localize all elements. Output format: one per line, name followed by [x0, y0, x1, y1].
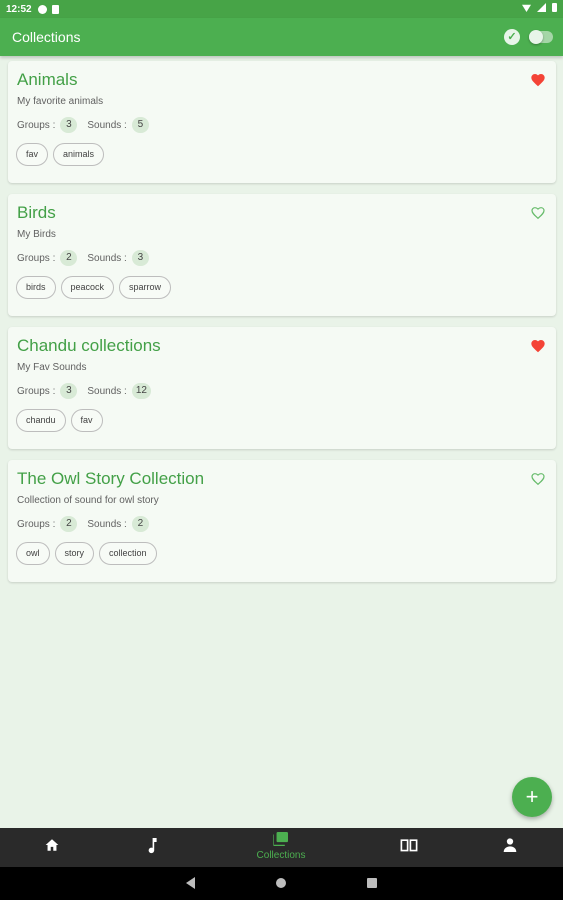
tag-chip[interactable]: chandu	[16, 409, 66, 432]
groups-label: Groups :	[17, 385, 56, 397]
nav-collections[interactable]: Collections	[251, 828, 311, 867]
battery-icon	[552, 3, 557, 12]
signal-icon	[537, 3, 546, 12]
status-time: 12:52	[6, 3, 32, 15]
bottom-navigation: Collections	[0, 828, 563, 867]
nav-collections-label: Collections	[256, 850, 306, 861]
verified-check-icon[interactable]: ✓	[504, 29, 520, 45]
sounds-label: Sounds :	[87, 252, 127, 264]
person-icon	[503, 838, 517, 852]
collection-list: Animals My favorite animals Groups : 3 S…	[8, 61, 556, 593]
tag-chip[interactable]: story	[54, 542, 95, 565]
sounds-count: 3	[131, 250, 149, 266]
tag-chip[interactable]: fav	[16, 143, 49, 166]
collection-card-owl-story[interactable]: The Owl Story Collection Collection of s…	[8, 460, 556, 582]
tag-chip[interactable]: collection	[99, 542, 157, 565]
collection-card-birds[interactable]: Birds My Birds Groups : 2 Sounds : 3 bir…	[8, 194, 556, 316]
music-note-icon	[148, 838, 157, 854]
recents-icon[interactable]	[367, 878, 377, 888]
collection-counts: Groups : 3 Sounds : 5	[17, 117, 159, 133]
heart-filled-icon[interactable]	[530, 72, 546, 88]
sounds-label: Sounds :	[87, 518, 127, 530]
collection-description: My Fav Sounds	[17, 362, 87, 373]
groups-label: Groups :	[17, 252, 56, 264]
collection-description: My Birds	[17, 229, 56, 240]
add-collection-button[interactable]: +	[512, 777, 552, 817]
nav-home[interactable]	[22, 828, 82, 867]
page-title: Collections	[12, 29, 81, 45]
tag-chip[interactable]: animals	[53, 143, 105, 166]
back-icon[interactable]	[186, 877, 195, 889]
groups-count: 2	[60, 516, 78, 532]
app-bar: Collections ✓	[0, 18, 563, 56]
tag-list: owl story collection	[16, 542, 157, 565]
collection-description: My favorite animals	[17, 96, 104, 107]
system-navigation	[0, 867, 563, 900]
tag-chip[interactable]: fav	[70, 409, 103, 432]
status-bar: 12:52	[0, 0, 563, 18]
sounds-label: Sounds :	[87, 385, 127, 397]
collection-card-chandu[interactable]: Chandu collections My Fav Sounds Groups …	[8, 327, 556, 449]
book-icon	[400, 839, 418, 852]
notification-icon	[37, 4, 47, 14]
home-circle-icon[interactable]	[276, 878, 286, 888]
sounds-count: 12	[131, 383, 151, 399]
mode-toggle[interactable]	[529, 30, 553, 44]
toggle-knob	[529, 30, 543, 44]
tag-chip[interactable]: sparrow	[119, 276, 172, 299]
nav-sounds[interactable]	[123, 828, 183, 867]
sounds-label: Sounds :	[87, 119, 127, 131]
collections-icon	[273, 832, 288, 846]
status-icons	[522, 3, 557, 12]
nav-profile[interactable]	[481, 828, 541, 867]
collection-description: Collection of sound for owl story	[17, 495, 159, 506]
tag-list: fav animals	[16, 143, 105, 166]
tag-chip[interactable]: owl	[16, 542, 50, 565]
collection-title: Animals	[17, 70, 78, 89]
wifi-icon	[522, 4, 531, 12]
groups-label: Groups :	[17, 119, 56, 131]
nav-stories[interactable]	[378, 828, 438, 867]
collection-title: Chandu collections	[17, 336, 161, 355]
groups-count: 3	[60, 383, 78, 399]
tag-list: birds peacock sparrow	[16, 276, 172, 299]
sounds-count: 2	[131, 516, 149, 532]
home-icon	[45, 839, 59, 851]
groups-label: Groups :	[17, 518, 56, 530]
tag-chip[interactable]: peacock	[60, 276, 115, 299]
collection-card-animals[interactable]: Animals My favorite animals Groups : 3 S…	[8, 61, 556, 183]
tag-list: chandu fav	[16, 409, 103, 432]
heart-outline-icon[interactable]	[530, 205, 546, 221]
heart-outline-icon[interactable]	[530, 471, 546, 487]
collection-title: The Owl Story Collection	[17, 469, 205, 488]
collection-counts: Groups : 3 Sounds : 12	[17, 383, 161, 399]
collection-counts: Groups : 2 Sounds : 2	[17, 516, 159, 532]
collection-title: Birds	[17, 203, 56, 222]
groups-count: 2	[60, 250, 78, 266]
tag-chip[interactable]: birds	[16, 276, 56, 299]
collection-counts: Groups : 2 Sounds : 3	[17, 250, 159, 266]
groups-count: 3	[60, 117, 78, 133]
sounds-count: 5	[131, 117, 149, 133]
sim-icon	[51, 4, 59, 14]
heart-filled-icon[interactable]	[530, 338, 546, 354]
